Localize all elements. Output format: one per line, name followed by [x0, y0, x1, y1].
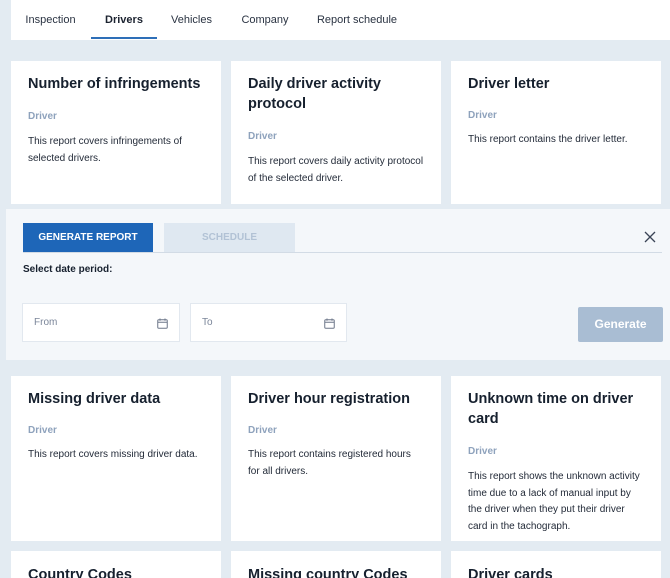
card-description: This report covers infringements of sele…	[28, 136, 182, 164]
report-card-missing-country-codes[interactable]: Missing country Codes	[231, 551, 441, 578]
report-card-driver-letter[interactable]: Driver letter Driver This report contain…	[451, 61, 661, 204]
card-category: Driver	[468, 110, 497, 121]
generate-report-panel: GENERATE REPORT SCHEDULE Select date per…	[6, 209, 670, 360]
card-category: Driver	[28, 425, 57, 436]
close-icon[interactable]	[642, 229, 658, 245]
report-card-number-of-infringements[interactable]: Number of infringements Driver This repo…	[11, 61, 221, 204]
from-date-input[interactable]: From	[22, 303, 180, 342]
calendar-icon[interactable]	[324, 318, 335, 329]
report-card-driver-cards[interactable]: Driver cards	[451, 551, 661, 578]
generate-button[interactable]: Generate	[578, 307, 663, 342]
select-date-period-label: Select date period:	[23, 264, 113, 275]
to-placeholder: To	[202, 317, 213, 328]
card-description: This report covers missing driver data.	[28, 449, 198, 460]
card-category: Driver	[248, 131, 277, 142]
tab-report-schedule[interactable]: Report schedule	[311, 0, 403, 40]
card-title: Country Codes	[28, 567, 132, 578]
to-date-input[interactable]: To	[190, 303, 347, 342]
tab-drivers[interactable]: Drivers	[91, 0, 157, 40]
card-description: This report covers daily activity protoc…	[248, 156, 424, 184]
report-card-driver-hour-registration[interactable]: Driver hour registration Driver This rep…	[231, 376, 441, 541]
card-title: Missing driver data	[28, 391, 161, 407]
card-category: Driver	[28, 111, 57, 122]
card-title: Driver letter	[468, 76, 550, 92]
card-description: This report contains the driver letter.	[468, 134, 628, 145]
report-card-missing-driver-data[interactable]: Missing driver data Driver This report c…	[11, 376, 221, 541]
tab-company[interactable]: Company	[234, 0, 296, 40]
calendar-icon[interactable]	[157, 318, 168, 329]
report-tabs: Inspection Drivers Vehicles Company Repo…	[11, 0, 670, 40]
report-card-country-codes[interactable]: Country Codes	[11, 551, 221, 578]
card-category: Driver	[248, 425, 277, 436]
card-title: Missing country Codes	[248, 567, 408, 578]
card-title: Unknown time on driver card	[468, 391, 634, 427]
card-description: This report contains registered hours fo…	[248, 449, 411, 477]
report-card-daily-driver-activity-protocol[interactable]: Daily driver activity protocol Driver Th…	[231, 61, 441, 204]
tab-inspection[interactable]: Inspection	[17, 0, 84, 40]
card-category: Driver	[468, 446, 497, 457]
card-title: Driver hour registration	[248, 391, 410, 407]
generate-report-tab-button[interactable]: GENERATE REPORT	[23, 223, 153, 252]
schedule-tab-button[interactable]: SCHEDULE	[164, 223, 295, 252]
active-tab-indicator	[91, 37, 157, 39]
card-title: Driver cards	[468, 567, 553, 578]
panel-divider	[23, 252, 662, 253]
from-placeholder: From	[34, 317, 58, 328]
card-description: This report shows the unknown activity t…	[468, 471, 640, 532]
card-title: Number of infringements	[28, 76, 201, 92]
tab-vehicles[interactable]: Vehicles	[163, 0, 220, 40]
card-title: Daily driver activity protocol	[248, 76, 381, 112]
report-card-unknown-time-on-driver-card[interactable]: Unknown time on driver card Driver This …	[451, 376, 661, 541]
